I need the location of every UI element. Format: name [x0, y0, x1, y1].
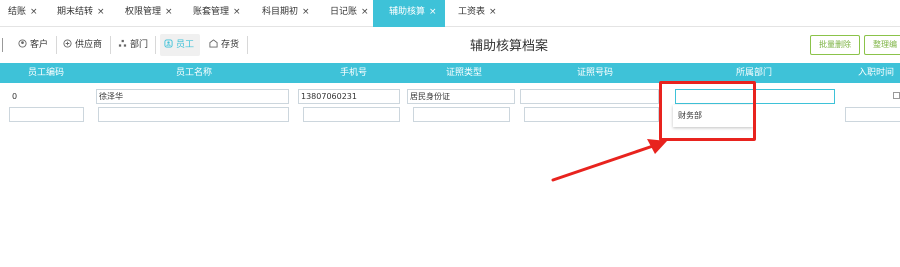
category-label: 供应商: [75, 40, 103, 50]
column-header-id-type: 证照类型: [446, 68, 483, 78]
id-type-select[interactable]: 居民身份证: [407, 89, 515, 104]
tab-checkout[interactable]: 结账 ×: [8, 0, 38, 27]
close-icon[interactable]: ×: [429, 7, 437, 17]
batch-delete-button[interactable]: 批量删除: [810, 35, 860, 55]
phone-field[interactable]: [303, 107, 400, 122]
close-icon[interactable]: ×: [489, 7, 497, 17]
tab-strip: 结账 × 期末结转 × 权限管理 × 账套管理 × 科目期初 × 日记账 × 辅助核算 × 工…: [0, 0, 900, 27]
column-header-employee-code: 员工编码: [28, 68, 65, 78]
column-header-phone: 手机号: [340, 68, 368, 78]
tab-label: 辅助核算: [389, 7, 426, 17]
category-supplier[interactable]: 供应商: [63, 34, 102, 56]
employee-name-field[interactable]: 徐泽华: [96, 89, 289, 104]
close-icon[interactable]: ×: [233, 7, 241, 17]
highlight-box: [659, 81, 756, 141]
close-icon[interactable]: ×: [97, 7, 105, 17]
page-title: 辅助核算档案: [470, 39, 549, 54]
category-employee[interactable]: 员工: [160, 34, 200, 56]
toolbar-edge: [0, 38, 3, 52]
employee-code-field[interactable]: [9, 107, 84, 122]
tab-journal[interactable]: 日记账 ×: [330, 0, 369, 27]
tab-label: 科目期初: [262, 7, 299, 17]
annotation-arrow-icon: [551, 139, 667, 182]
tab-auxiliary-accounting[interactable]: 辅助核算 ×: [373, 0, 445, 27]
id-type-select[interactable]: [413, 107, 510, 122]
table-header: 员工编码 员工名称 手机号 证照类型 证照号码 所属部门 入职时间: [0, 63, 900, 83]
employee-code-field[interactable]: 0: [9, 89, 84, 104]
category-label: 部门: [130, 40, 149, 50]
employee-name-field[interactable]: [98, 107, 289, 122]
divider: [110, 36, 111, 54]
id-number-field[interactable]: [524, 107, 659, 122]
tab-label: 日记账: [330, 7, 358, 17]
tab-label: 权限管理: [125, 7, 162, 17]
column-header-department: 所属部门: [736, 68, 773, 78]
category-customer[interactable]: 客户: [18, 34, 48, 56]
id-number-field[interactable]: [520, 89, 659, 104]
calendar-icon[interactable]: [893, 92, 900, 99]
column-header-id-number: 证照号码: [577, 68, 614, 78]
supplier-icon: [63, 39, 72, 48]
tab-label: 账套管理: [193, 7, 230, 17]
inventory-icon: [209, 39, 218, 48]
hire-date-field[interactable]: [845, 89, 900, 104]
close-icon[interactable]: ×: [361, 7, 369, 17]
phone-field[interactable]: 13807060231: [298, 89, 400, 104]
tab-permissions[interactable]: 权限管理 ×: [125, 0, 173, 27]
category-label: 客户: [30, 40, 49, 50]
category-inventory[interactable]: 存货: [209, 34, 239, 56]
close-icon[interactable]: ×: [302, 7, 310, 17]
category-department[interactable]: 部门: [118, 34, 148, 56]
employee-icon: [164, 39, 173, 48]
column-header-hire-date: 入职时间: [858, 68, 895, 78]
tab-label: 期末结转: [57, 7, 94, 17]
tab-payroll[interactable]: 工资表 ×: [458, 0, 497, 27]
divider: [155, 36, 156, 54]
tab-account-sets[interactable]: 账套管理 ×: [193, 0, 241, 27]
tab-label: 工资表: [458, 7, 486, 17]
close-icon[interactable]: ×: [165, 7, 173, 17]
tab-opening-balance[interactable]: 科目期初 ×: [262, 0, 310, 27]
column-header-employee-name: 员工名称: [176, 68, 213, 78]
organize-button[interactable]: 整理编: [864, 35, 900, 55]
category-label: 存货: [221, 40, 240, 50]
category-label: 员工: [176, 40, 195, 50]
tab-period-end[interactable]: 期末结转 ×: [57, 0, 105, 27]
divider: [56, 36, 57, 54]
tab-label: 结账: [8, 7, 27, 17]
department-icon: [118, 39, 127, 47]
divider: [247, 36, 248, 54]
close-icon[interactable]: ×: [30, 7, 38, 17]
user-icon: [18, 39, 27, 48]
hire-date-field[interactable]: [845, 107, 900, 122]
